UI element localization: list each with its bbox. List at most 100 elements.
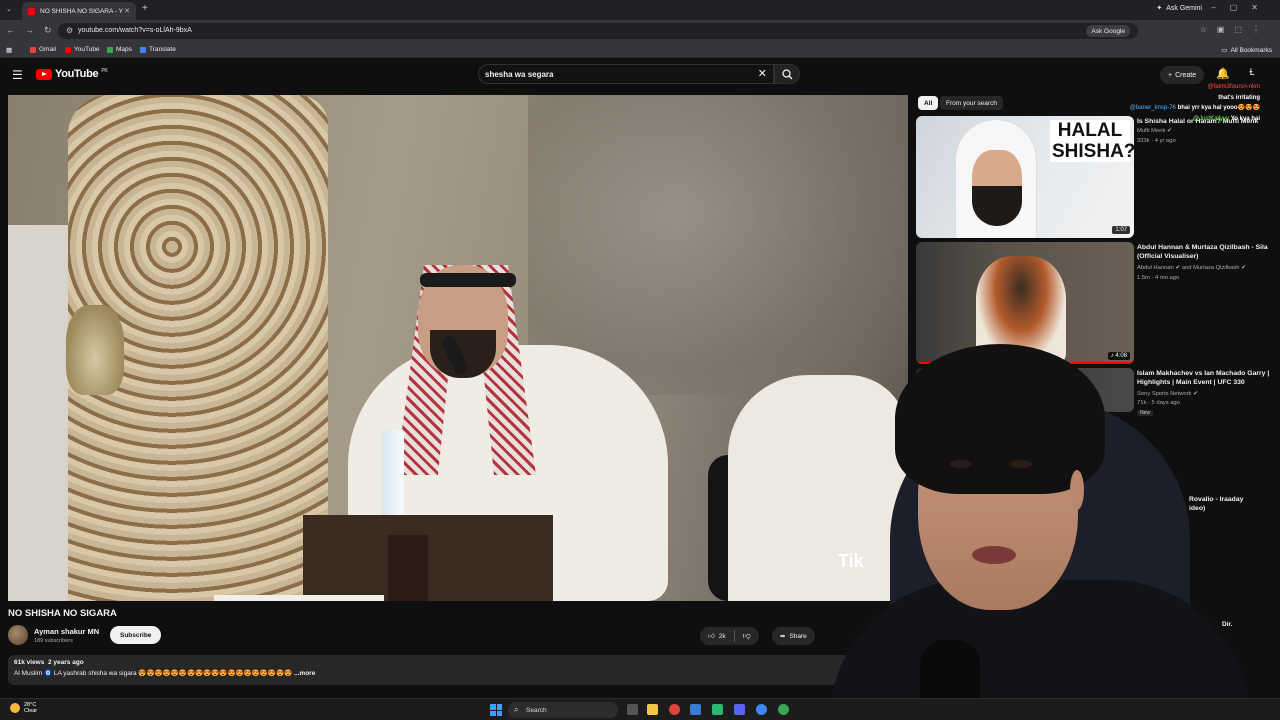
youtube-play-icon [36, 68, 52, 80]
site-info-icon[interactable]: ⚙ [66, 26, 73, 35]
tab-search-icon[interactable]: ⌄ [6, 5, 12, 13]
search-box[interactable]: ✕ [478, 64, 774, 84]
water-bottle [382, 430, 404, 520]
verified-icon: ✔ [1166, 128, 1172, 134]
extension-icons[interactable]: ☆▣⬚⋮ [1200, 25, 1270, 34]
video-duration: 1:07 [1112, 226, 1130, 234]
like-dislike-group: 👍︎ 2k 👎︎ [700, 627, 759, 645]
channel-name[interactable]: Ayman shakur MN [34, 627, 99, 636]
like-button[interactable]: 👍︎ 2k [700, 630, 735, 642]
ask-google-label: Ask Google [1091, 27, 1125, 35]
youtube-favicon-icon [28, 7, 35, 15]
window-controls[interactable]: –▢✕ [1211, 3, 1272, 12]
description-text: Al Muslim 🧿 LA yashrab shisha wa sigara … [14, 670, 316, 677]
translate-icon [140, 46, 146, 53]
new-tab-plus-icon[interactable]: + [142, 3, 148, 14]
bookmark-gmail[interactable]: Gmail [30, 46, 56, 53]
related-meta-1: 333k · 4 yr ago [1137, 138, 1176, 144]
browser-tab[interactable]: NO SHISHA NO SIGARA - Y ✕ [22, 2, 136, 20]
app-icon[interactable] [690, 704, 701, 715]
app-icon[interactable] [712, 704, 723, 715]
maps-icon [107, 46, 113, 53]
thumbs-down-icon: 👎︎ [742, 631, 751, 640]
plus-icon: + [1168, 71, 1173, 79]
chat-message: @JustKallyyy Yo kya hai [1192, 115, 1260, 122]
gmail-icon [30, 46, 36, 53]
task-view-icon[interactable] [627, 704, 638, 715]
share-icon: ➦ [780, 633, 786, 640]
view-count: 61k views [14, 659, 45, 666]
chrome-icon[interactable] [778, 704, 789, 715]
related-meta-2: 1.5m · 4 mo ago [1137, 275, 1180, 281]
related-channel-1[interactable]: Mufti Menk ✔ [1137, 128, 1172, 134]
ask-gemini-label: Ask Gemini [1166, 4, 1202, 12]
omnibox[interactable]: ⚙ youtube.com/watch?v=s-oLlAh-9bxA Ask G… [58, 23, 1138, 39]
search-button[interactable] [774, 64, 800, 84]
folder-icon: ▭ [1221, 47, 1228, 54]
chat-user: @fakm3foursn-nkm [1207, 84, 1260, 90]
chrome-icon[interactable] [756, 704, 767, 715]
related-thumbnail-1[interactable]: HALAL SHISHA? 1:07 [916, 116, 1134, 238]
channel-avatar[interactable] [8, 625, 28, 645]
chip-all[interactable]: All [918, 96, 939, 110]
ask-google-button[interactable]: Ask Google [1086, 25, 1130, 37]
search-icon [782, 69, 793, 80]
navigation-buttons[interactable]: ←→↻ [6, 25, 62, 36]
bookmarks-bar: ▦ Gmail YouTube Maps Translate ▭ All Book… [0, 42, 1280, 58]
ask-gemini-button[interactable]: ✦ Ask Gemini [1156, 4, 1202, 13]
thumbnail-text: HALAL SHISHA? [1050, 120, 1134, 162]
address-bar-row: ←→↻ ⚙ youtube.com/watch?v=s-oLlAh-9bxA A… [0, 20, 1280, 42]
video-title: NO SHISHA NO SIGARA [8, 608, 117, 619]
chat-message: @baner_knsp-76 bhai yrr kya hal yooo😍😍😍 [1129, 105, 1260, 111]
clear-search-icon[interactable]: ✕ [758, 67, 767, 80]
taskbar-search[interactable]: ⌕ Search [508, 702, 618, 718]
opera-icon[interactable] [669, 704, 680, 715]
subscribe-button[interactable]: Subscribe [110, 626, 162, 644]
like-count: 2k [718, 632, 726, 640]
chat-user: @JustKallyyy [1192, 115, 1230, 122]
related-channel-2[interactable]: Abdul Hannan ✔ and Murtaza Qizilbash ✔ [1137, 265, 1246, 271]
tab-title: NO SHISHA NO SIGARA - Y [40, 7, 123, 15]
account-avatar[interactable]: Ɫ [1245, 67, 1259, 81]
bookmark-maps[interactable]: Maps [107, 46, 132, 53]
search-input[interactable] [485, 68, 755, 81]
file-explorer-icon[interactable] [647, 704, 658, 715]
more-link[interactable]: ...more [294, 670, 315, 677]
gemini-icon: ✦ [1156, 5, 1163, 12]
related-title-2[interactable]: Abdul Hannan & Murtaza Qizilbash - Sila … [1137, 243, 1272, 261]
video-player[interactable]: Tik [8, 95, 908, 601]
dislike-button[interactable]: 👎︎ [735, 631, 759, 641]
streamer-webcam-overlay [800, 340, 1280, 720]
all-bookmarks[interactable]: ▭ All Bookmarks [1221, 46, 1272, 55]
browser-tab-bar: ⌄ NO SHISHA NO SIGARA - Y ✕ + ✦ Ask Gemi… [0, 0, 1280, 20]
live-chat-overlay: @fakm3foursn-nkm that's irritating @bane… [1092, 82, 1260, 124]
chip-from-your-search[interactable]: From your search [940, 96, 1003, 110]
youtube-icon [65, 46, 71, 53]
windows-start-icon[interactable] [490, 704, 502, 716]
create-label: Create [1175, 71, 1197, 79]
url-text[interactable]: youtube.com/watch?v=s-oLlAh-9bxA [78, 27, 192, 34]
chat-message: @fakm3foursn-nkm [1092, 82, 1260, 93]
subscriber-count: 189 subscribers [34, 638, 73, 644]
youtube-header: ☰ YouTube PK ✕ + Create 🔔 Ɫ [0, 58, 1280, 92]
upload-age: 2 years ago [47, 659, 84, 666]
weather-condition: Clear [24, 708, 38, 714]
search-icon: ⌕ [514, 705, 519, 714]
wooden-table [303, 515, 553, 601]
apps-icon[interactable]: ▦ [6, 46, 12, 54]
menu-icon[interactable]: ☰ [12, 68, 23, 82]
thumbs-up-icon: 👍︎ [708, 633, 715, 640]
sun-icon [10, 703, 20, 713]
bookmark-youtube[interactable]: YouTube [65, 46, 100, 53]
close-tab-icon[interactable]: ✕ [124, 7, 130, 15]
notifications-bell-icon[interactable]: 🔔 [1216, 67, 1230, 80]
description-box[interactable]: 61k views 2 years ago Al Muslim 🧿 LA yas… [8, 655, 908, 685]
youtube-logo[interactable]: YouTube PK [36, 68, 108, 80]
chat-user: @baner_knsp-76 [1129, 105, 1176, 111]
coffee-pot [66, 305, 124, 395]
weather-widget[interactable]: 28°C Clear [10, 702, 37, 714]
country-code: PK [101, 68, 108, 74]
discord-icon[interactable] [734, 704, 745, 715]
bookmark-translate[interactable]: Translate [140, 46, 176, 53]
youtube-logo-text: YouTube [55, 68, 99, 80]
